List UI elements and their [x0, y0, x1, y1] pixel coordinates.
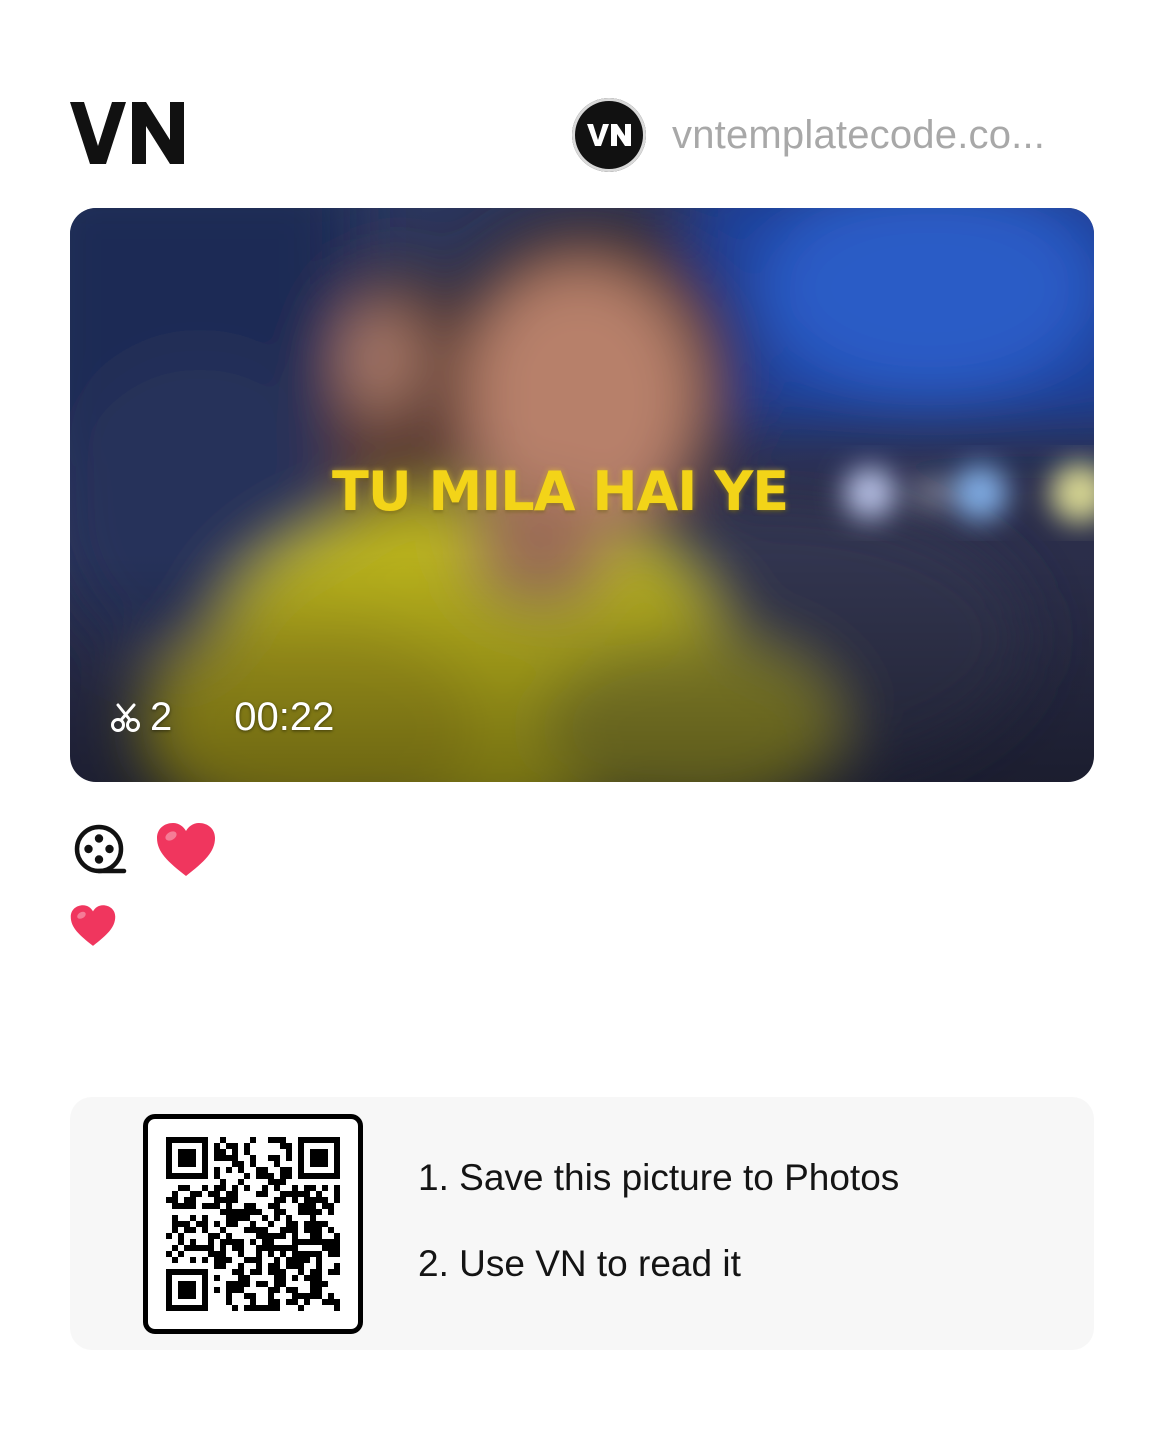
heart-icon — [157, 823, 215, 876]
heart-icon — [70, 905, 116, 946]
clip-count-value: 2 — [150, 695, 173, 739]
scissors-icon — [111, 703, 140, 732]
qr-panel: 1. Save this picture to Photos 2. Use VN… — [70, 1097, 1094, 1350]
template-preview[interactable]: TU MILA HAI YE 2 00:22 — [70, 208, 1094, 782]
qr-step-1: 1. Save this picture to Photos — [418, 1157, 900, 1198]
vn-logo-mark — [70, 102, 184, 164]
lyric-text: TU MILA HAI YE — [332, 460, 789, 523]
vn-avatar-mark — [587, 124, 631, 146]
qr-step-2: 2. Use VN to read it — [418, 1243, 741, 1284]
qr-instructions: 1. Save this picture to Photos 2. Use VN… — [418, 1159, 899, 1289]
preview-meta: 2 00:22 — [110, 695, 334, 740]
avatar[interactable] — [572, 98, 646, 172]
clip-count: 2 — [110, 695, 172, 740]
vn-logo — [70, 100, 186, 166]
duration: 00:22 — [234, 695, 335, 739]
author-name[interactable]: vntemplatecode.co... — [672, 113, 1090, 158]
template-description — [70, 904, 116, 953]
tag-row — [72, 822, 216, 878]
qr-code — [143, 1114, 363, 1334]
film-reel-icon — [74, 824, 127, 874]
qr-code-image — [166, 1137, 340, 1311]
author-chip[interactable]: vntemplatecode.co... — [572, 98, 1090, 172]
